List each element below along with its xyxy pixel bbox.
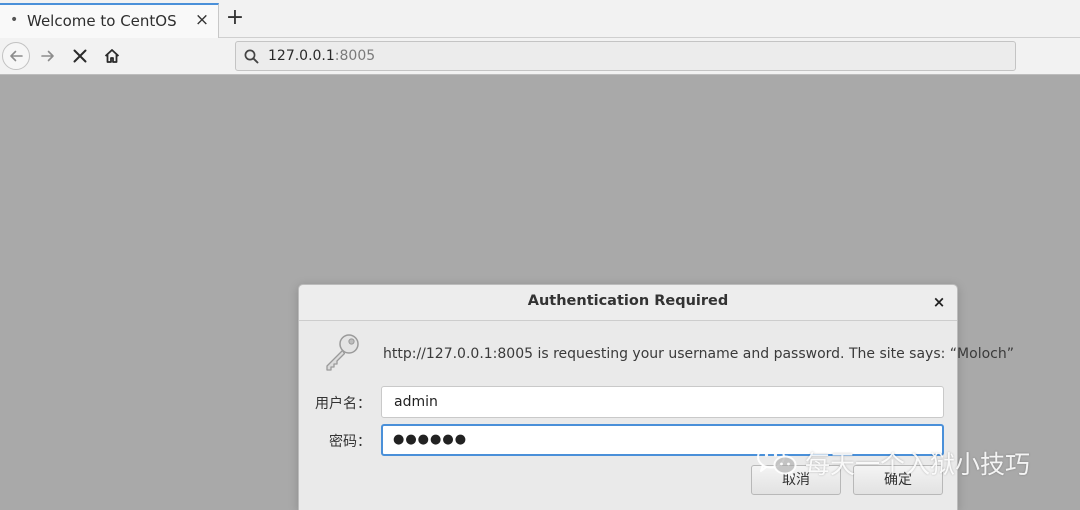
new-tab-button[interactable]: + bbox=[224, 6, 246, 30]
tab-welcome-to-centos[interactable]: • Welcome to CentOS × bbox=[0, 3, 219, 38]
address-text[interactable]: 127.0.0.1:8005 bbox=[268, 48, 375, 64]
dialog-header: Authentication Required × bbox=[299, 285, 957, 321]
watermark-text: 每天一个入狱小技巧 bbox=[805, 450, 1031, 479]
dialog-message: http://127.0.0.1:8005 is requesting your… bbox=[383, 346, 1014, 362]
address-port: :8005 bbox=[334, 48, 376, 64]
browser-window: • Welcome to CentOS × + 127.0.0.1:8005 A… bbox=[0, 0, 1080, 510]
watermark: 每天一个入狱小技巧 bbox=[755, 444, 1075, 479]
arrow-right-icon bbox=[41, 50, 54, 62]
tab-strip: • Welcome to CentOS × + bbox=[0, 0, 1080, 38]
address-bar[interactable]: 127.0.0.1:8005 bbox=[235, 41, 1016, 71]
username-field[interactable]: admin bbox=[381, 386, 944, 418]
stop-icon bbox=[73, 49, 87, 63]
back-button[interactable] bbox=[2, 42, 30, 70]
stop-button[interactable] bbox=[66, 42, 94, 70]
home-button[interactable] bbox=[98, 42, 126, 70]
close-icon[interactable]: × bbox=[931, 293, 947, 311]
username-label: 用户名： bbox=[315, 396, 371, 412]
wechat-icon bbox=[757, 445, 797, 478]
arrow-left-icon bbox=[10, 50, 23, 62]
password-label: 密码： bbox=[329, 434, 371, 450]
close-icon[interactable]: × bbox=[193, 10, 211, 30]
tab-title: Welcome to CentOS bbox=[27, 12, 177, 30]
search-icon bbox=[244, 49, 259, 64]
navigation-bar: 127.0.0.1:8005 bbox=[0, 38, 1080, 75]
dialog-title: Authentication Required bbox=[527, 293, 729, 309]
home-icon bbox=[104, 49, 120, 63]
key-icon bbox=[326, 334, 359, 371]
address-host: 127.0.0.1 bbox=[268, 48, 335, 64]
tab-loading-indicator: • bbox=[10, 12, 19, 28]
forward-button[interactable] bbox=[34, 42, 62, 70]
